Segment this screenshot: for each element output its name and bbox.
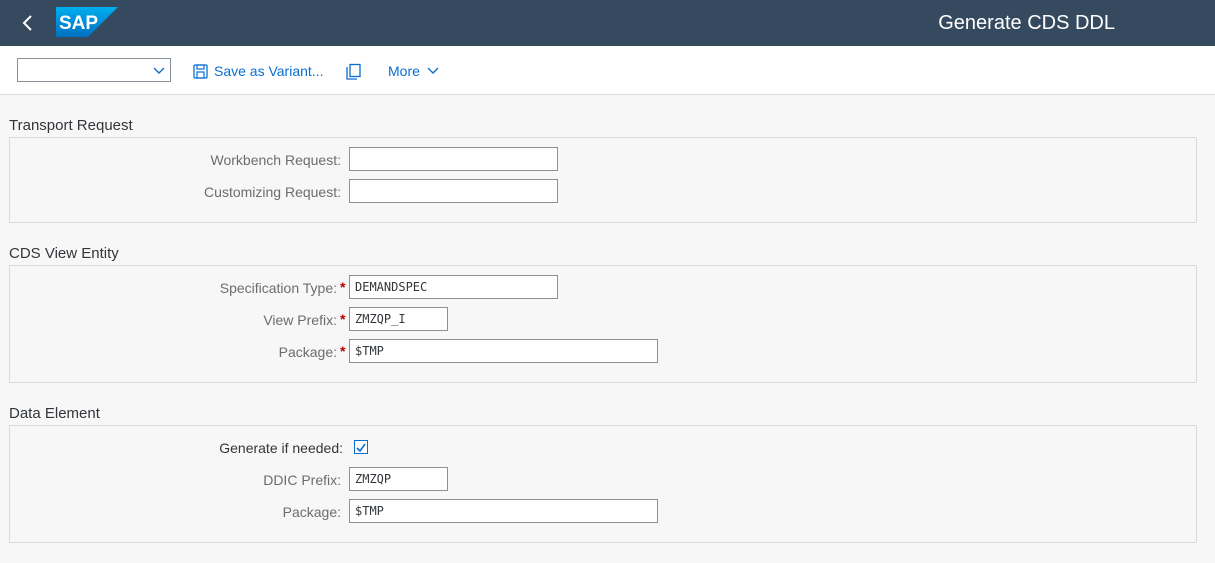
cds-view-entity-panel: Specification Type: * DEMANDSPEC View Pr… <box>9 265 1197 383</box>
specification-type-input[interactable]: DEMANDSPEC <box>349 275 558 299</box>
cds-package-input[interactable]: $TMP <box>349 339 658 363</box>
ddic-prefix-input[interactable]: ZMZQP <box>349 467 448 491</box>
workbench-request-input[interactable] <box>349 147 558 171</box>
copy-button[interactable] <box>345 58 362 84</box>
save-as-variant-button[interactable]: Save as Variant... <box>193 58 323 84</box>
generate-if-needed-label: Generate if needed: <box>219 440 343 456</box>
section-title-data-element: Data Element <box>9 405 100 422</box>
data-element-package-input[interactable]: $TMP <box>349 499 658 523</box>
section-title-transport: Transport Request <box>9 117 133 134</box>
transport-request-panel: Workbench Request: Customizing Request: <box>9 137 1197 223</box>
chevron-left-icon <box>22 15 32 31</box>
sap-logo: SAP <box>56 7 118 37</box>
checkmark-icon <box>356 443 366 453</box>
save-icon <box>193 63 208 79</box>
required-marker: * <box>340 311 346 327</box>
toolbar: Save as Variant... More <box>0 46 1215 95</box>
required-marker: * <box>340 279 346 295</box>
more-button[interactable]: More <box>388 58 440 84</box>
view-prefix-row: View Prefix: * ZMZQP_I <box>10 307 1196 333</box>
generate-if-needed-checkbox[interactable] <box>354 440 368 454</box>
cds-package-label: Package: <box>278 344 337 360</box>
variant-select[interactable] <box>17 58 171 82</box>
workbench-request-row: Workbench Request: <box>10 147 1196 173</box>
data-element-panel: Generate if needed: DDIC Prefix: ZMZQP P… <box>9 425 1197 543</box>
customizing-request-label: Customizing Request: <box>204 184 341 200</box>
customizing-request-row: Customizing Request: <box>10 179 1196 205</box>
data-element-package-label: Package: <box>282 504 341 520</box>
ddic-prefix-row: DDIC Prefix: ZMZQP <box>10 467 1196 493</box>
customizing-request-input[interactable] <box>349 179 558 203</box>
shell-header: SAP Generate CDS DDL <box>0 0 1215 46</box>
view-prefix-input[interactable]: ZMZQP_I <box>349 307 448 331</box>
copy-icon <box>346 63 361 80</box>
back-button[interactable] <box>14 9 42 37</box>
page-title: Generate CDS DDL <box>938 12 1115 34</box>
section-title-cds: CDS View Entity <box>9 245 119 262</box>
svg-text:SAP: SAP <box>59 13 98 34</box>
view-prefix-label: View Prefix: <box>263 312 337 328</box>
specification-type-label: Specification Type: <box>219 280 337 296</box>
generate-if-needed-row: Generate if needed: <box>10 435 1196 461</box>
chevron-down-icon <box>427 67 439 74</box>
data-element-package-row: Package: $TMP <box>10 499 1196 525</box>
workbench-request-label: Workbench Request: <box>210 152 341 168</box>
ddic-prefix-label: DDIC Prefix: <box>263 472 341 488</box>
required-marker: * <box>340 343 346 359</box>
save-as-variant-label: Save as Variant... <box>214 63 324 79</box>
more-label: More <box>388 63 420 79</box>
chevron-down-icon <box>153 67 165 74</box>
cds-package-row: Package: * $TMP <box>10 339 1196 365</box>
specification-type-row: Specification Type: * DEMANDSPEC <box>10 275 1196 301</box>
